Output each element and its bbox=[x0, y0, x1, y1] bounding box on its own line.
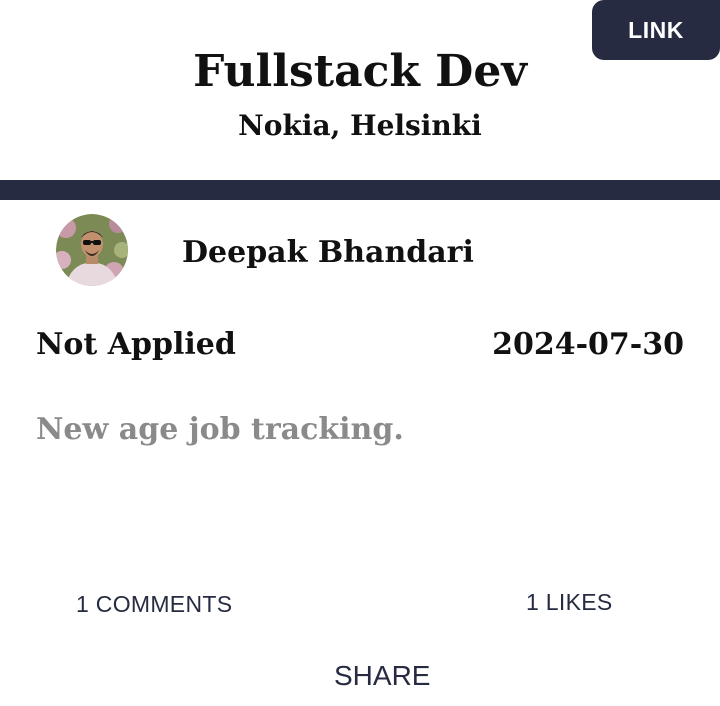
application-status: Not Applied bbox=[36, 327, 236, 362]
company-location: Nokia, Helsinki bbox=[238, 109, 482, 142]
avatar bbox=[56, 214, 128, 286]
share-button[interactable]: SHARE bbox=[334, 660, 430, 692]
comments-button[interactable]: 1 COMMENTS bbox=[76, 590, 232, 618]
header-divider bbox=[0, 180, 720, 200]
avatar-photo bbox=[56, 214, 128, 286]
likes-button[interactable]: 1 LIKES bbox=[526, 588, 613, 616]
job-title: Fullstack Dev bbox=[193, 46, 527, 97]
job-description: New age job tracking. bbox=[36, 412, 404, 447]
author-name: Deepak Bhandari bbox=[182, 235, 474, 270]
post-date: 2024-07-30 bbox=[492, 327, 684, 362]
